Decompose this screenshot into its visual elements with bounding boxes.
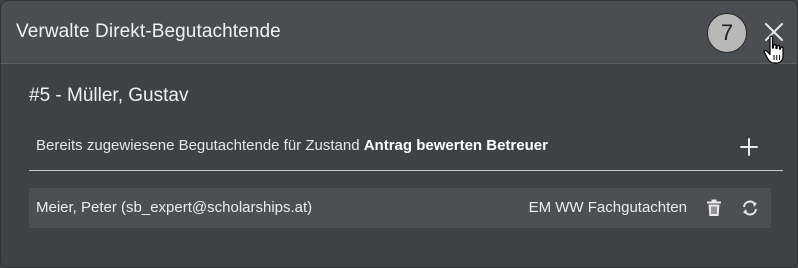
dialog-title: Verwalte Direkt-Begutachtende	[16, 21, 281, 42]
step-badge: 7	[707, 13, 747, 53]
section-label: Bereits zugewiesene Begutachtende für Zu…	[36, 137, 548, 154]
section-label-prefix: Bereits zugewiesene Begutachtende für Zu…	[36, 137, 364, 154]
dialog-header: Verwalte Direkt-Begutachtende 7	[1, 1, 797, 64]
refresh-icon[interactable]	[741, 199, 759, 217]
trash-icon[interactable]	[706, 199, 722, 217]
plus-icon[interactable]	[739, 137, 759, 157]
case-heading: #5 - Müller, Gustav	[29, 85, 189, 106]
reviewer-row: Meier, Peter (sb_expert@scholarships.at)…	[29, 188, 771, 228]
section-state-name: Antrag bewerten Betreuer	[363, 137, 548, 154]
reviewer-role: EM WW Fachgutachten	[528, 199, 687, 216]
assigned-reviewers-section: Bereits zugewiesene Begutachtende für Zu…	[29, 131, 783, 171]
hand-pointer-icon	[763, 35, 784, 64]
reviewer-name: Meier, Peter (sb_expert@scholarships.at)	[36, 199, 313, 216]
reviewer-management-dialog: Verwalte Direkt-Begutachtende 7 #5 - Mül…	[0, 0, 798, 268]
